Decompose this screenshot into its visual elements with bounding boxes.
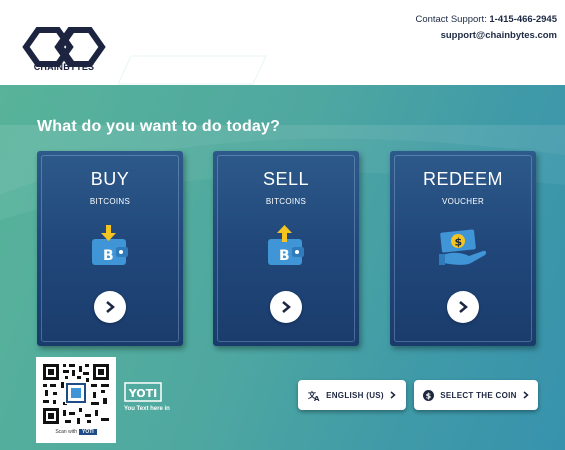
yoti-logo-icon: YOTI: [124, 382, 162, 402]
chevron-right-icon: [459, 301, 468, 313]
wallet-in-icon: B: [92, 225, 128, 265]
support-label: Contact Support:: [415, 14, 487, 25]
yoti-qr-card[interactable]: Scan with YOTI: [36, 357, 116, 443]
wallet-out-icon: B: [268, 225, 304, 265]
qr-caption-text: Scan with: [55, 429, 77, 435]
sell-bitcoins-card[interactable]: SELL BITCOINS B: [213, 151, 359, 346]
support-phone[interactable]: 1-415-466-2945: [489, 14, 557, 25]
card-subtitle: VOUCHER: [441, 197, 485, 206]
chevron-right-icon: [390, 391, 396, 399]
support-email[interactable]: support@chainbytes.com: [441, 30, 557, 41]
card-title: BUY: [90, 169, 130, 189]
buy-arrow-button[interactable]: [94, 291, 126, 323]
cash-hand-icon: $: [439, 229, 487, 265]
header: CHAINBYTES Contact Support: 1-415-466-29…: [0, 0, 565, 85]
redeem-voucher-card[interactable]: REDEEM VOUCHER $: [390, 151, 536, 346]
buy-bitcoins-card[interactable]: BUY BITCOINS B: [37, 151, 183, 346]
redeem-arrow-button[interactable]: [447, 291, 479, 323]
select-coin-label: SELECT THE COIN: [440, 390, 517, 400]
language-button[interactable]: 文 A ENGLISH (US): [298, 380, 406, 410]
chevron-right-icon: [282, 301, 291, 313]
chevron-right-icon: [106, 301, 115, 313]
qr-code-icon: [41, 362, 111, 426]
svg-text:B: B: [279, 248, 290, 264]
card-title: REDEEM: [422, 169, 503, 189]
support-info: Contact Support: 1-415-466-2945 support@…: [415, 12, 557, 44]
chevron-right-icon: [523, 391, 529, 399]
card-subtitle: BITCOINS: [265, 197, 307, 206]
svg-text:$: $: [426, 391, 432, 400]
qr-caption: Scan with YOTI: [36, 429, 116, 435]
sell-arrow-button[interactable]: [270, 291, 302, 323]
svg-text:$: $: [455, 236, 463, 249]
svg-text:A: A: [314, 395, 320, 401]
coin-icon: $: [423, 389, 435, 401]
page-title: What do you want to do today?: [37, 118, 281, 135]
translate-icon: 文 A: [308, 390, 320, 401]
svg-text:B: B: [103, 248, 114, 264]
yoti-logo-text: YOTI: [128, 387, 158, 400]
language-label: ENGLISH (US): [326, 390, 384, 400]
card-subtitle: BITCOINS: [89, 197, 131, 206]
card-title: SELL: [262, 169, 310, 189]
qr-caption-tag: YOTI: [79, 429, 97, 435]
brand-name: CHAINBYTES: [33, 62, 95, 72]
btc-rate: 1 BTC = 6884.94 USD: [142, 64, 242, 75]
yoti-tagline: You Text here in: [124, 406, 170, 412]
select-coin-button[interactable]: $ SELECT THE COIN: [414, 380, 538, 410]
atm-screen: CHAINBYTES Contact Support: 1-415-466-29…: [0, 0, 565, 450]
